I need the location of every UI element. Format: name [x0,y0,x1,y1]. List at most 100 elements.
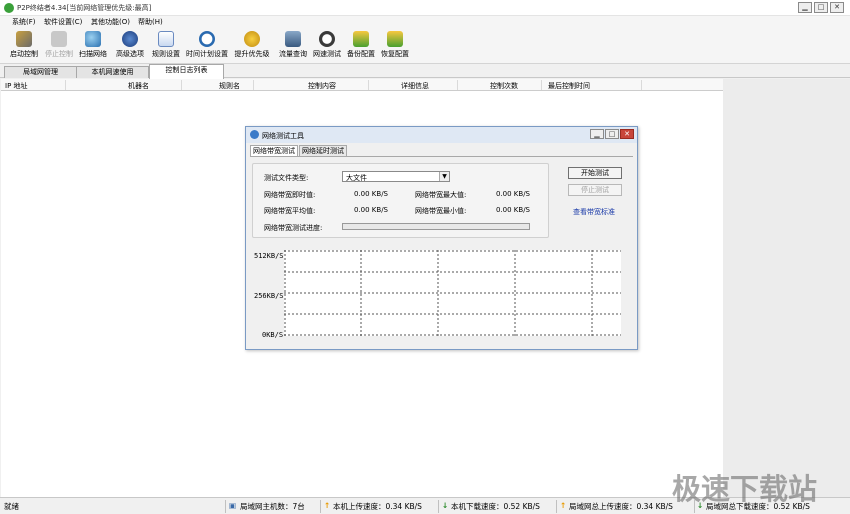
bandwidth-graph [284,250,621,336]
log-table-header: IP 地址 机器名 规则名 控制内容 详细信息 控制次数 最后控制时间 [1,79,723,91]
toolbar-backup-button[interactable]: 备份配置 [345,30,377,62]
backup-icon [353,31,369,47]
dialog-tab-divider [250,156,633,157]
max-value: 0.00 KB/S [496,190,531,198]
chevron-down-icon[interactable]: ▼ [439,172,449,181]
toolbar-stop-button[interactable]: 停止控制 [43,30,75,62]
menu-settings[interactable]: 软件设置(C) [44,17,82,27]
test-progress-bar [342,223,530,230]
menu-bar: 系统(F) 软件设置(C) 其他功能(O) 帮助(H) [0,16,850,28]
app-window: P2P终结者4.34[当前网络管理优先级:最高] ▁ □ ✕ 系统(F) 软件设… [0,0,850,514]
dialog-close-button[interactable]: ✕ [620,129,634,139]
menu-system[interactable]: 系统(F) [12,17,36,27]
globe-icon [250,130,259,139]
toolbar-backup-label: 备份配置 [347,50,375,58]
bandwidth-graph-grid [284,250,621,336]
scan-icon [85,31,101,47]
minimize-button[interactable]: ▁ [798,2,812,13]
start-icon [16,31,32,47]
file-type-label: 测试文件类型: [264,174,309,182]
column-content[interactable]: 控制内容 [308,81,336,91]
toolbar-traffic-button[interactable]: 流量查询 [277,30,309,62]
avg-value: 0.00 KB/S [354,206,389,214]
dialog-maximize-button[interactable]: □ [605,129,619,139]
clock-icon [199,31,215,47]
toolbar-advanced-label: 高级选项 [116,50,144,58]
tab-local-speed[interactable]: 本机网速使用 [76,66,149,78]
stop-icon [51,31,67,47]
dialog-title-bar[interactable]: 网络测试工具 ▁ □ ✕ [246,127,637,143]
toolbar-rules-label: 规则设置 [152,50,180,58]
toolbar-rules-button[interactable]: 规则设置 [150,30,182,62]
local-upload-speed: 本机上传速度：0.34 KB/S [333,502,422,511]
toolbar-start-button[interactable]: 启动控制 [8,30,40,62]
host-count: 局域网主机数：7台 [240,502,305,511]
main-tabs: 局域网管理 本机网速使用 控制日志列表 [0,64,850,79]
dialog-minimize-button[interactable]: ▁ [590,129,604,139]
toolbar-speedtest-button[interactable]: 网速测试 [311,30,343,62]
min-label: 网络带宽最小值: [415,207,467,215]
avg-label: 网络带宽平均值: [264,207,316,215]
dialog-title: 网络测试工具 [262,132,304,140]
view-standard-link[interactable]: 查看带宽标准 [573,207,615,217]
network-test-dialog: 网络测试工具 ▁ □ ✕ 网络带宽测试 网络延时测试 测试文件类型: 大文件 ▼… [245,126,638,350]
dialog-window-controls: ▁ □ ✕ [590,129,634,139]
local-download-speed: 本机下载速度：0.52 KB/S [451,502,540,511]
file-type-select[interactable]: 大文件 ▼ [342,171,450,182]
column-ip[interactable]: IP 地址 [5,81,28,91]
network-icon: ▣ [229,501,237,510]
y-label-mid: 256KB/S [254,292,284,300]
lan-upload-speed: 局域网总上传速度：0.34 KB/S [569,502,673,511]
status-text: 就绪 [4,502,19,511]
download-arrow-icon: ↓ [442,501,449,510]
toolbar-speedtest-label: 网速测试 [313,50,341,58]
min-value: 0.00 KB/S [496,206,531,214]
max-label: 网络带宽最大值: [415,191,467,199]
y-label-max: 512KB/S [254,252,284,260]
menu-help[interactable]: 帮助(H) [138,17,163,27]
menu-other[interactable]: 其他功能(O) [91,17,130,27]
priority-icon [244,31,260,47]
instant-label: 网络带宽即时值: [264,191,316,199]
watermark: 极速下载站 [672,472,818,506]
toolbar-schedule-label: 时间计划设置 [186,50,228,58]
toolbar-advanced-button[interactable]: 高级选项 [114,30,146,62]
tab-latency-test[interactable]: 网络延时测试 [299,145,347,156]
speedtest-icon [319,31,335,47]
toolbar-priority-button[interactable]: 提升优先级 [233,30,271,62]
column-last-time[interactable]: 最后控制时间 [548,81,590,91]
column-count[interactable]: 控制次数 [490,81,518,91]
toolbar-schedule-button[interactable]: 时间计划设置 [183,30,231,62]
toolbar-scan-label: 扫描网络 [79,50,107,58]
toolbar-restore-button[interactable]: 恢复配置 [379,30,411,62]
column-machine[interactable]: 机器名 [128,81,149,91]
tab-control-log[interactable]: 控制日志列表 [149,64,224,79]
rules-icon [158,31,174,47]
instant-value: 0.00 KB/S [354,190,389,198]
maximize-button[interactable]: □ [814,2,828,13]
y-label-min: 0KB/S [262,331,284,339]
restore-icon [387,31,403,47]
column-detail[interactable]: 详细信息 [401,81,429,91]
close-button[interactable]: ✕ [830,2,844,13]
toolbar-stop-label: 停止控制 [45,50,73,58]
traffic-icon [285,31,301,47]
advanced-icon [122,31,138,47]
file-type-value: 大文件 [346,174,367,182]
tab-lan-management[interactable]: 局域网管理 [4,66,77,78]
start-test-button[interactable]: 开始测试 [568,167,622,179]
toolbar-restore-label: 恢复配置 [381,50,409,58]
column-rule[interactable]: 规则名 [219,81,240,91]
progress-label: 网络带宽测试进度: [264,224,323,232]
lan-upload-arrow-icon: ↑ [560,501,567,510]
upload-arrow-icon: ↑ [324,501,331,510]
toolbar: 启动控制 停止控制 扫描网络 高级选项 规则设置 时间计划设置 提升优先级 流量… [0,28,850,64]
empty-area [723,79,850,497]
window-title: P2P终结者4.34[当前网络管理优先级:最高] [17,4,152,12]
stop-test-button[interactable]: 停止测试 [568,184,622,196]
toolbar-traffic-label: 流量查询 [279,50,307,58]
toolbar-scan-button[interactable]: 扫描网络 [77,30,109,62]
toolbar-priority-label: 提升优先级 [234,50,270,58]
title-bar: P2P终结者4.34[当前网络管理优先级:最高] ▁ □ ✕ [0,0,850,16]
app-logo-icon [4,3,14,13]
